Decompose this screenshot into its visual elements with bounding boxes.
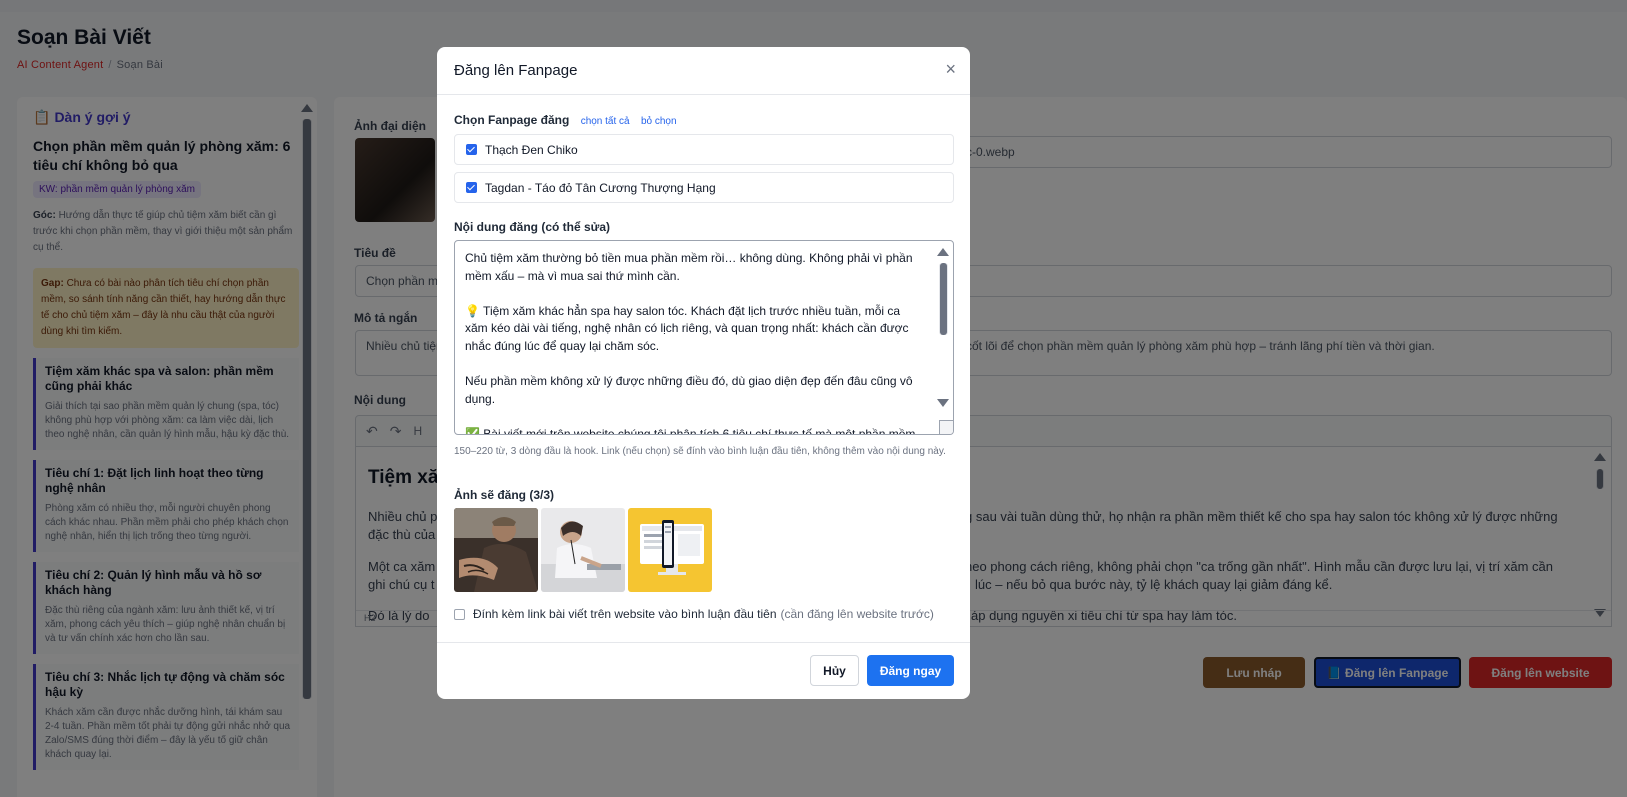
software-screens-image-icon — [628, 508, 712, 592]
fanpage-post-modal: Đăng lên Fanpage × Chọn Fanpage đăng chọ… — [437, 47, 970, 699]
content-paragraph: 💡 Tiệm xăm khác hẳn spa hay salon tóc. K… — [465, 303, 909, 353]
post-photo-software-screens[interactable] — [628, 508, 712, 592]
close-icon[interactable]: × — [945, 59, 956, 80]
content-paragraph: Nếu phần mềm không xử lý được những điều… — [465, 374, 913, 406]
content-paragraph: Chủ tiệm xăm thường bỏ tiền mua phần mềm… — [465, 251, 913, 283]
tattoo-artist-image-icon — [454, 508, 538, 592]
office-worker-image-icon — [541, 508, 625, 592]
cancel-button[interactable]: Hủy — [810, 655, 859, 686]
fanpage-name: Tagdan - Táo đỏ Tân Cương Thượng Hạng — [485, 180, 716, 195]
post-content-label: Nội dung đăng (có thể sửa) — [454, 220, 611, 234]
post-content-textarea[interactable]: Chủ tiệm xăm thường bỏ tiền mua phần mềm… — [454, 240, 954, 435]
content-scrollbar[interactable] — [939, 263, 948, 335]
attach-link-checkbox[interactable] — [454, 608, 465, 620]
choose-fanpage-label: Chọn Fanpage đăng chọn tất cả bỏ chọn — [454, 113, 677, 127]
deselect-all-link[interactable]: bỏ chọn — [641, 116, 677, 127]
photos-label: Ảnh sẽ đăng (3/3) — [454, 488, 555, 502]
fanpage-checkbox[interactable] — [466, 144, 477, 155]
content-scroll-thumb[interactable] — [940, 263, 947, 335]
attach-link-label: Đính kèm link bài viết trên website vào … — [473, 607, 777, 621]
fanpage-option[interactable]: Tagdan - Táo đỏ Tân Cương Thượng Hạng — [454, 172, 954, 203]
post-content-text: Chủ tiệm xăm thường bỏ tiền mua phần mềm… — [465, 250, 925, 435]
fanpage-option[interactable]: Thạch Đen Chiko — [454, 134, 954, 165]
modal-header: Đăng lên Fanpage × — [437, 47, 970, 95]
content-hint: 150–220 từ, 3 dòng đầu là hook. Link (nế… — [454, 446, 946, 457]
select-all-link[interactable]: chọn tất cả — [581, 116, 630, 127]
fanpage-checkbox[interactable] — [466, 182, 477, 193]
modal-footer: Hủy Đăng ngay — [437, 642, 970, 699]
content-paragraph: ✅ Bài viết mới trên website chúng tôi ph… — [465, 426, 916, 435]
fanpage-name: Thạch Đen Chiko — [485, 142, 578, 157]
content-scroll-down-icon[interactable] — [937, 399, 949, 407]
post-photo-tattoo-artist[interactable] — [454, 508, 538, 592]
choose-fanpage-text: Chọn Fanpage đăng — [454, 113, 570, 127]
attach-link-note: (cần đăng lên website trước) — [780, 607, 934, 621]
modal-title: Đăng lên Fanpage — [454, 62, 578, 79]
post-now-button[interactable]: Đăng ngay — [867, 655, 954, 686]
attach-link-option[interactable]: Đính kèm link bài viết trên website vào … — [454, 607, 934, 621]
post-photo-office-worker[interactable] — [541, 508, 625, 592]
content-scroll-up-icon[interactable] — [937, 248, 949, 256]
resize-handle-icon[interactable] — [939, 420, 953, 434]
